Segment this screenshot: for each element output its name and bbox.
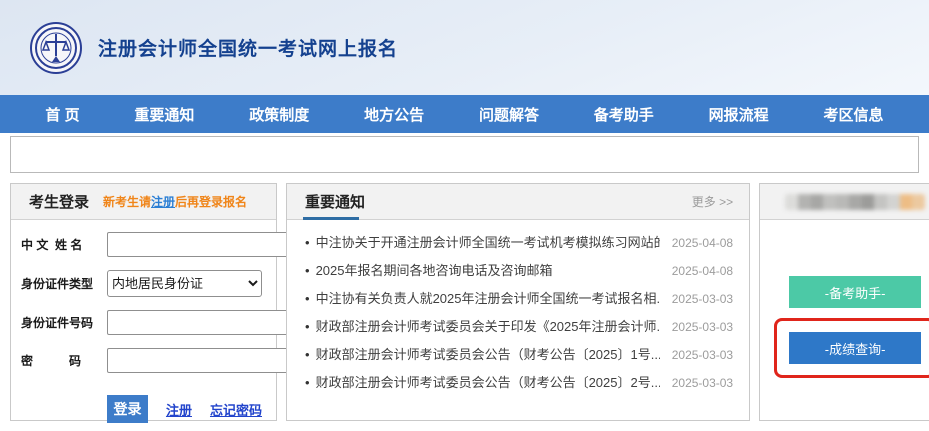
announcement-strip <box>10 136 919 173</box>
quick-actions-header <box>760 184 929 220</box>
password-input[interactable] <box>107 348 295 373</box>
nav-item-faq[interactable]: 问题解答 <box>479 104 539 125</box>
forgot-password-link[interactable]: 忘记密码 <box>210 400 262 419</box>
password-label: 密 码 <box>21 352 107 369</box>
notices-panel: 重要通知 更多 >> • 中注协关于开通注册会计师全国统一考试机考模拟练习网站的… <box>286 183 750 421</box>
login-subtitle: 新考生请注册后再登录报名 <box>103 193 247 210</box>
notice-text[interactable]: 中注协有关负责人就2025年注册会计师全国统一考试报名相... <box>316 288 660 307</box>
bullet-icon: • <box>305 263 310 278</box>
notice-date: 2025-04-08 <box>672 264 733 278</box>
quick-actions-panel: -备考助手- -成绩查询- <box>759 183 929 421</box>
id-number-row: 身份证件号码 <box>21 310 262 335</box>
login-panel: 考生登录 新考生请注册后再登录报名 中 文 姓 名 身份证件类型 内地居民身份证… <box>10 183 277 421</box>
name-input[interactable] <box>107 232 295 257</box>
id-number-input[interactable] <box>107 310 295 335</box>
login-subtitle-suffix: 后再登录报名 <box>175 195 247 209</box>
notice-text[interactable]: 中注协关于开通注册会计师全国统一考试机考模拟练习网站的公... <box>316 232 660 251</box>
more-notices-link[interactable]: 更多 >> <box>692 193 733 210</box>
name-row: 中 文 姓 名 <box>21 232 262 257</box>
login-title: 考生登录 <box>29 191 89 212</box>
login-actions: 登录 注册 忘记密码 <box>107 395 262 423</box>
notice-item[interactable]: • 财政部注册会计师考试委员会公告（财考公告〔2025〕1号... 2025-0… <box>305 344 733 372</box>
id-number-label: 身份证件号码 <box>21 314 107 331</box>
score-query-button[interactable]: -成绩查询- <box>789 332 921 364</box>
notice-date: 2025-03-03 <box>672 348 733 362</box>
nav-item-registration-flow[interactable]: 网报流程 <box>709 104 769 125</box>
main-content: 考生登录 新考生请注册后再登录报名 中 文 姓 名 身份证件类型 内地居民身份证… <box>0 173 929 421</box>
register-inline-link[interactable]: 注册 <box>151 195 175 209</box>
bullet-icon: • <box>305 375 310 390</box>
exam-prep-button[interactable]: -备考助手- <box>789 276 921 308</box>
cicpa-seal-icon <box>30 22 82 74</box>
notice-list: • 中注协关于开通注册会计师全国统一考试机考模拟练习网站的公... 2025-0… <box>287 220 749 400</box>
id-type-label: 身份证件类型 <box>21 275 107 292</box>
main-nav: 首 页 重要通知 政策制度 地方公告 问题解答 备考助手 网报流程 考区信息 <box>0 95 929 133</box>
nav-item-policy[interactable]: 政策制度 <box>249 104 309 125</box>
login-subtitle-prefix: 新考生请 <box>103 195 151 209</box>
notices-title-underline <box>303 217 359 220</box>
bullet-icon: • <box>305 235 310 250</box>
bullet-icon: • <box>305 347 310 362</box>
nav-item-home[interactable]: 首 页 <box>45 104 79 125</box>
notice-date: 2025-03-03 <box>672 292 733 306</box>
page-header: 注册会计师全国统一考试网上报名 <box>0 0 929 95</box>
nav-item-local-announcements[interactable]: 地方公告 <box>364 104 424 125</box>
notice-text[interactable]: 财政部注册会计师考试委员会公告（财考公告〔2025〕2号... <box>316 372 660 391</box>
password-row: 密 码 <box>21 348 262 373</box>
quick-actions-body: -备考助手- -成绩查询- <box>760 220 929 378</box>
id-type-row: 身份证件类型 内地居民身份证 <box>21 270 262 297</box>
id-type-select[interactable]: 内地居民身份证 <box>107 270 262 297</box>
blurred-title-image <box>785 194 925 210</box>
notice-date: 2025-03-03 <box>672 320 733 334</box>
notices-title: 重要通知 <box>305 191 365 212</box>
notice-date: 2025-03-03 <box>672 376 733 390</box>
notice-item[interactable]: • 财政部注册会计师考试委员会公告（财考公告〔2025〕2号... 2025-0… <box>305 372 733 400</box>
notice-text[interactable]: 2025年报名期间各地咨询电话及咨询邮箱 <box>316 260 660 279</box>
nav-item-notices[interactable]: 重要通知 <box>134 104 194 125</box>
register-link[interactable]: 注册 <box>166 400 192 419</box>
notice-item[interactable]: • 中注协有关负责人就2025年注册会计师全国统一考试报名相... 2025-0… <box>305 288 733 316</box>
login-button[interactable]: 登录 <box>107 395 148 423</box>
notice-text[interactable]: 财政部注册会计师考试委员会公告（财考公告〔2025〕1号... <box>316 344 660 363</box>
notice-item[interactable]: • 2025年报名期间各地咨询电话及咨询邮箱 2025-04-08 <box>305 260 733 288</box>
notice-item[interactable]: • 财政部注册会计师考试委员会关于印发《2025年注册会计师... 2025-0… <box>305 316 733 344</box>
bullet-icon: • <box>305 291 310 306</box>
page-title: 注册会计师全国统一考试网上报名 <box>98 34 398 61</box>
bullet-icon: • <box>305 319 310 334</box>
notices-panel-header: 重要通知 更多 >> <box>287 184 749 220</box>
notice-text[interactable]: 财政部注册会计师考试委员会关于印发《2025年注册会计师... <box>316 316 660 335</box>
login-form: 中 文 姓 名 身份证件类型 内地居民身份证 身份证件号码 密 码 登录 注册 <box>11 220 276 423</box>
login-panel-header: 考生登录 新考生请注册后再登录报名 <box>11 184 276 220</box>
notice-item[interactable]: • 中注协关于开通注册会计师全国统一考试机考模拟练习网站的公... 2025-0… <box>305 232 733 260</box>
name-label: 中 文 姓 名 <box>21 236 107 253</box>
nav-item-exam-prep[interactable]: 备考助手 <box>594 104 654 125</box>
notice-date: 2025-04-08 <box>672 236 733 250</box>
nav-item-exam-area-info[interactable]: 考区信息 <box>823 104 883 125</box>
highlight-box: -成绩查询- <box>774 318 929 378</box>
